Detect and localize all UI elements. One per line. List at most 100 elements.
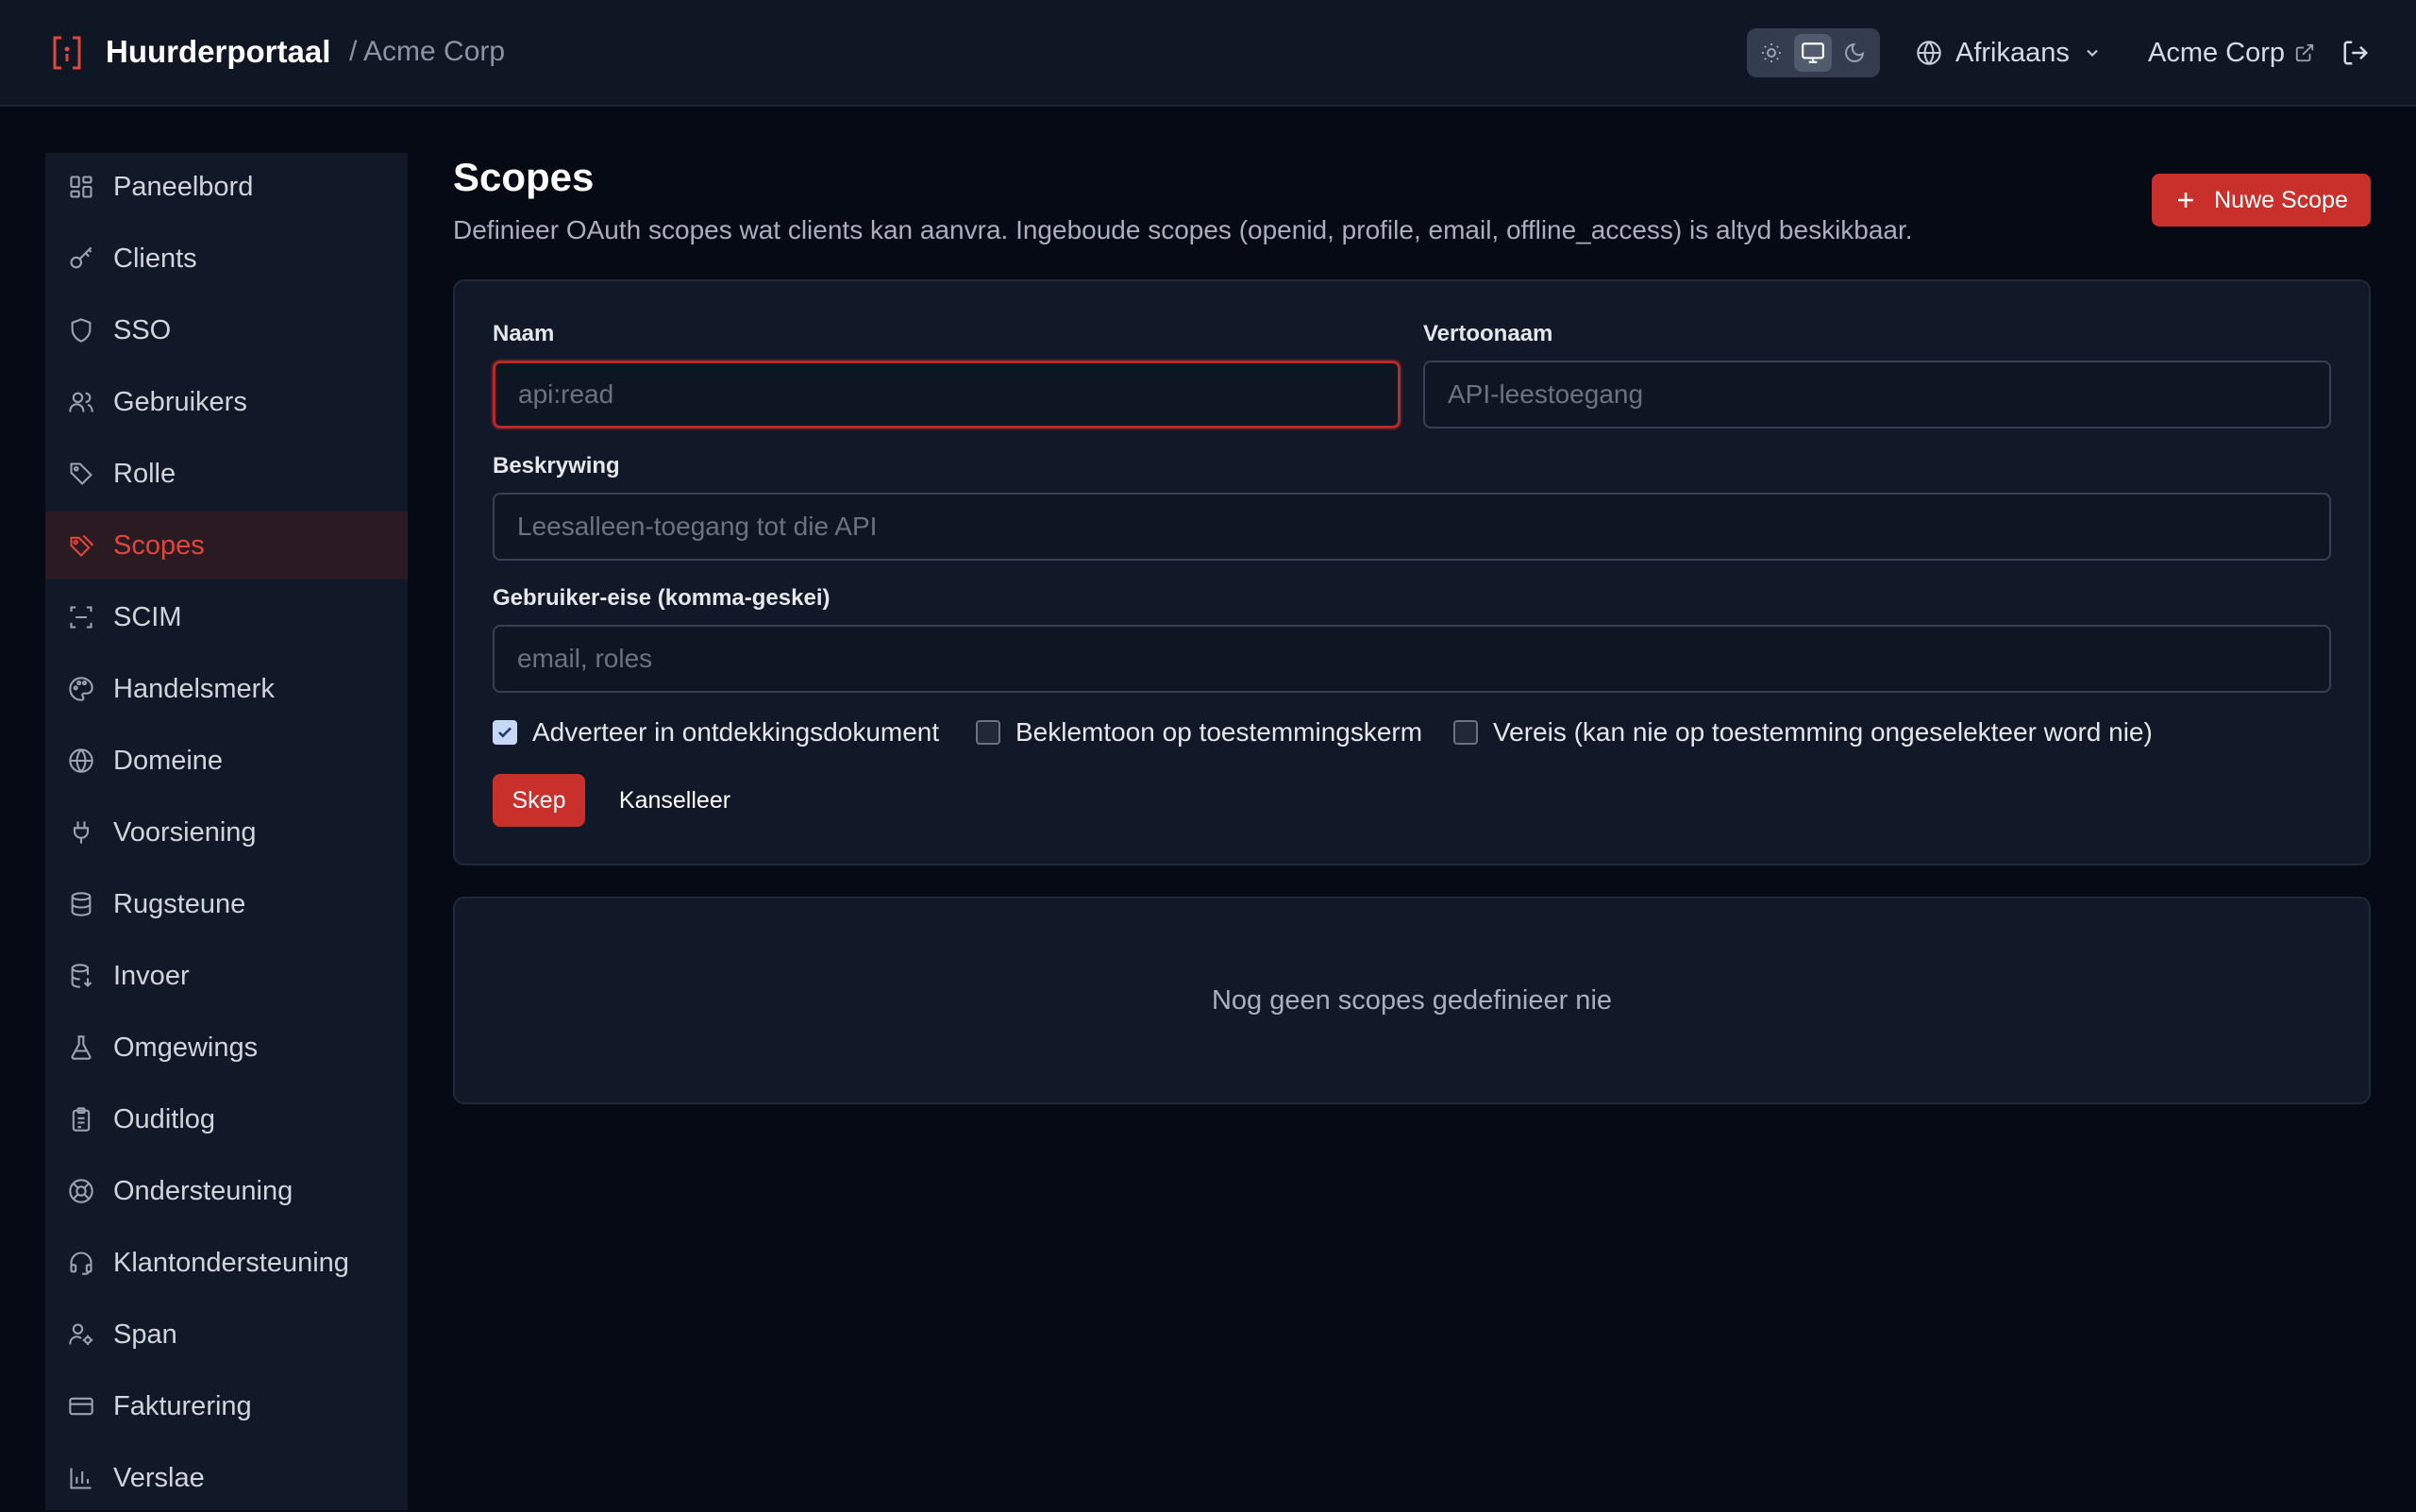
shield-icon [66,315,96,345]
sidebar-item-label: Domeine [113,745,224,776]
claims-input[interactable]: email, roles [493,625,2331,693]
sidebar-item-klantondersteuning[interactable]: Klantondersteuning [45,1229,408,1297]
logo-icon [53,36,81,70]
theme-light-button[interactable] [1753,34,1790,72]
required-option[interactable]: Vereis (kan nie op toestemming ongeselek… [1453,715,2153,749]
empty-state-text: Nog geen scopes gedefinieer nie [1211,984,1613,1016]
emphasize-label: Beklemtoon op toestemmingskerm [1015,717,1423,747]
sidebar-item-label: SCIM [113,601,182,632]
sidebar-item-label: Paneelbord [113,171,254,202]
description-input[interactable]: Leesalleen-toegang tot die API [493,493,2331,561]
claims-label: Gebruiker-eise (komma-geskei) [493,585,830,611]
sidebar-item-label: Rugsteune [113,888,246,919]
create-button[interactable]: Skep [493,774,585,827]
required-label: Vereis (kan nie op toestemming ongeselek… [1493,717,2153,747]
sidebar-item-label: Voorsiening [113,816,257,848]
plus-icon [2174,189,2197,211]
language-selector[interactable]: Afrikaans [1916,34,2102,72]
advertise-option[interactable]: Adverteer in ontdekkingsdokument [493,715,939,749]
page-description: Definieer OAuth scopes wat clients kan a… [453,215,1913,244]
display-name-label: Vertoonaam [1423,321,1553,346]
sidebar-item-rolle[interactable]: Rolle [45,440,408,508]
monitor-icon [1801,41,1825,65]
sidebar-item-gebruikers[interactable]: Gebruikers [45,368,408,436]
page-title: Scopes [453,155,595,199]
key-icon [66,244,96,274]
sun-icon [1760,42,1783,64]
sidebar-item-ouditlog[interactable]: Ouditlog [45,1085,408,1153]
database-import-icon [66,961,96,991]
sidebar-item-scopes[interactable]: Scopes [45,512,408,580]
sidebar-item-label: Span [113,1319,177,1350]
bar-chart-icon [66,1463,96,1493]
tag-icon [66,459,96,489]
sidebar-item-handelsmerk[interactable]: Handelsmerk [45,655,408,723]
sidebar-item-label: Omgewings [113,1032,259,1063]
org-link-label: Acme Corp [2148,37,2286,68]
new-scope-button[interactable]: Nuwe Scope [2152,174,2371,227]
sidebar-item-label: Verslae [113,1462,205,1493]
sidebar-item-sso[interactable]: SSO [45,296,408,364]
name-label: Naam [493,321,555,346]
logout-icon [2341,39,2370,67]
sidebar-item-paneelbord[interactable]: Paneelbord [45,153,408,221]
lifebuoy-icon [66,1176,96,1206]
description-label: Beskrywing [493,453,620,479]
sidebar-item-label: Klantondersteuning [113,1247,349,1278]
globe-icon [66,746,96,776]
breadcrumb: / Acme Corp [349,36,506,67]
name-input[interactable]: api:read [493,361,1401,428]
sidebar-item-ondersteuning[interactable]: Ondersteuning [45,1157,408,1225]
sidebar-item-label: Gebruikers [113,386,247,417]
cancel-button[interactable]: Kanselleer [604,774,746,827]
scopes-empty-state: Nog geen scopes gedefinieer nie [453,897,2371,1104]
emphasize-checkbox[interactable] [976,720,1000,745]
sidebar-item-scim[interactable]: SCIM [45,583,408,651]
plug-icon [66,817,96,848]
required-checkbox[interactable] [1453,720,1478,745]
sidebar-item-invoer[interactable]: Invoer [45,942,408,1010]
new-scope-label: Nuwe Scope [2214,186,2348,213]
name-placeholder: api:read [518,379,614,409]
sidebar-item-domeine[interactable]: Domeine [45,727,408,795]
emphasize-option[interactable]: Beklemtoon op toestemmingskerm [976,715,1422,749]
advertise-label: Adverteer in ontdekkingsdokument [532,717,940,747]
scan-icon [66,602,96,632]
credit-card-icon [66,1391,96,1421]
org-link[interactable]: Acme Corp [2148,34,2315,72]
users-icon [66,387,96,417]
flask-icon [66,1033,96,1063]
top-header: Huurderportaal / Acme Corp Afrikaans Acm… [0,0,2416,107]
database-icon [66,889,96,919]
sidebar-item-verslae[interactable]: Verslae [45,1444,408,1512]
sidebar-item-clients[interactable]: Clients [45,225,408,293]
sidebar-item-voorsiening[interactable]: Voorsiening [45,798,408,866]
sidebar-item-rugsteune[interactable]: Rugsteune [45,870,408,938]
external-link-icon [2294,42,2315,63]
theme-switcher [1747,28,1880,77]
claims-placeholder: email, roles [517,644,653,673]
sidebar-item-label: Ondersteuning [113,1175,294,1206]
description-placeholder: Leesalleen-toegang tot die API [517,512,878,541]
sidebar-item-span[interactable]: Span [45,1301,408,1369]
dashboard-icon [66,172,96,202]
moon-icon [1843,42,1866,64]
theme-system-button[interactable] [1794,34,1832,72]
theme-dark-button[interactable] [1836,34,1873,72]
display-name-input[interactable]: API-leestoegang [1423,361,2331,428]
app-brand[interactable]: Huurderportaal [106,34,330,70]
user-cog-icon [66,1319,96,1350]
sidebar-item-fakturering[interactable]: Fakturering [45,1372,408,1440]
sidebar-item-label: Fakturering [113,1390,252,1421]
sidebar-item-label: Rolle [113,458,176,489]
globe-icon [1916,40,1942,66]
headset-icon [66,1248,96,1278]
sidebar-item-omgewings[interactable]: Omgewings [45,1014,408,1082]
sidebar-item-label: Clients [113,243,197,274]
sidebar-item-label: Handelsmerk [113,673,275,704]
logout-button[interactable] [2339,36,2373,70]
sidebar: Paneelbord Clients SSO Gebruikers Rolle … [45,153,408,1510]
sidebar-item-label: Invoer [113,960,190,991]
advertise-checkbox[interactable] [493,720,517,745]
sidebar-item-label: Ouditlog [113,1103,216,1134]
